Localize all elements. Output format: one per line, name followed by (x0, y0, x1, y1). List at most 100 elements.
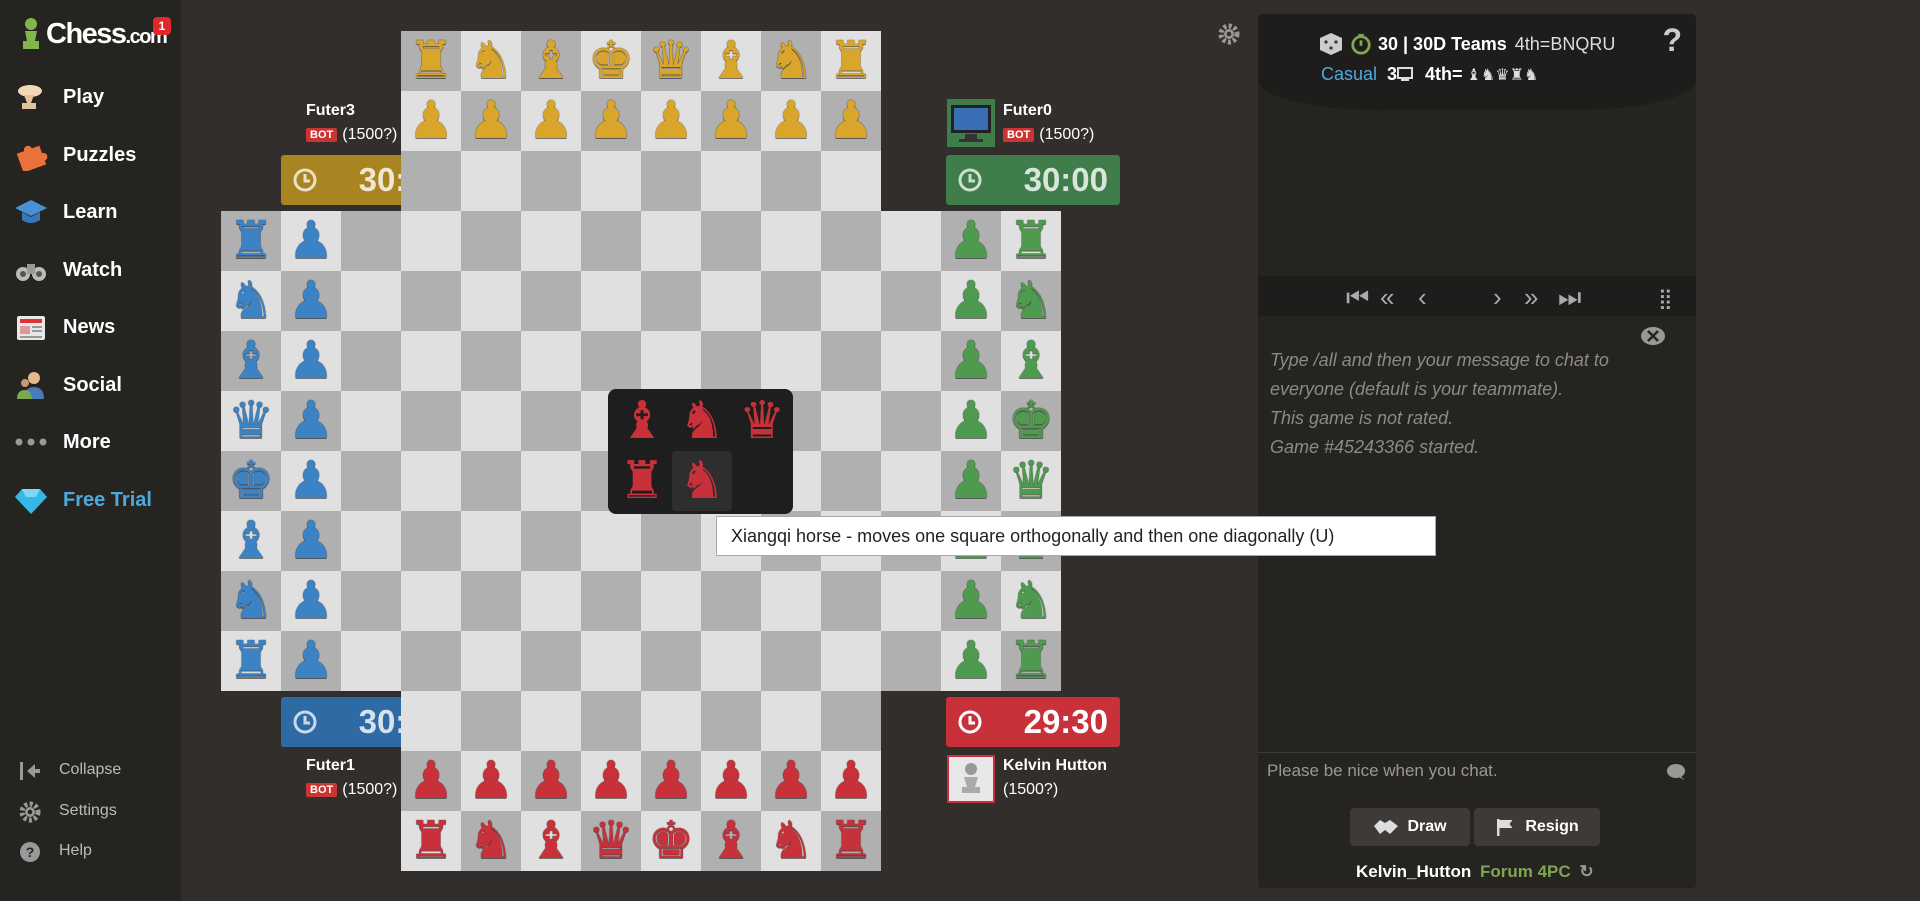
sidebar-item-news[interactable]: News (0, 301, 181, 353)
board-square[interactable] (461, 151, 521, 211)
chat-bubble-icon[interactable] (1666, 763, 1686, 781)
board-square[interactable] (461, 691, 521, 751)
board-square[interactable] (821, 451, 881, 511)
board-square[interactable] (821, 571, 881, 631)
green-pawn[interactable]: ♟ (941, 391, 1001, 451)
board-square[interactable] (461, 391, 521, 451)
blue-piece[interactable]: ♜ (221, 631, 281, 691)
previous-move-icon[interactable]: ‹ (1418, 282, 1427, 313)
blue-pawn[interactable]: ♟ (281, 211, 341, 271)
board-square[interactable] (521, 451, 581, 511)
board-square[interactable] (821, 691, 881, 751)
board-square[interactable] (701, 151, 761, 211)
blue-pawn[interactable]: ♟ (281, 331, 341, 391)
board-square[interactable] (521, 391, 581, 451)
player-name-green[interactable]: Futer0 (1003, 102, 1052, 120)
yellow-piece[interactable]: ♝ (701, 31, 761, 91)
board-square[interactable] (881, 211, 941, 271)
green-pawn[interactable]: ♟ (941, 271, 1001, 331)
close-chat-icon[interactable] (1640, 326, 1666, 348)
board-square[interactable] (401, 271, 461, 331)
board-square[interactable] (401, 631, 461, 691)
board-square[interactable] (401, 151, 461, 211)
board-square[interactable] (581, 631, 641, 691)
board-square[interactable] (761, 691, 821, 751)
username[interactable]: Kelvin_Hutton (1356, 862, 1471, 881)
board-square[interactable] (821, 391, 881, 451)
resize-icon[interactable]: ⣿ (1658, 286, 1673, 311)
green-piece[interactable]: ♜ (1001, 211, 1061, 271)
board-square[interactable] (761, 151, 821, 211)
red-pawn[interactable]: ♟ (641, 751, 701, 811)
sidebar-item-free-trial[interactable]: Free Trial (0, 474, 181, 526)
board-square[interactable] (581, 151, 641, 211)
board-square[interactable] (341, 391, 401, 451)
green-piece[interactable]: ♞ (1001, 271, 1061, 331)
blue-pawn[interactable]: ♟ (281, 271, 341, 331)
game-mode[interactable]: Casual (1321, 64, 1377, 85)
board-square[interactable] (701, 211, 761, 271)
board-square[interactable] (881, 271, 941, 331)
board-square[interactable] (461, 331, 521, 391)
green-piece[interactable]: ♞ (1001, 571, 1061, 631)
board-square[interactable] (341, 451, 401, 511)
board-square[interactable] (461, 631, 521, 691)
board-square[interactable] (821, 211, 881, 271)
red-piece[interactable]: ♝ (701, 811, 761, 871)
board-square[interactable] (401, 331, 461, 391)
yellow-piece[interactable]: ♜ (821, 31, 881, 91)
board-square[interactable] (641, 211, 701, 271)
board-square[interactable] (521, 151, 581, 211)
red-piece[interactable]: ♝ (521, 811, 581, 871)
board-square[interactable] (401, 391, 461, 451)
board-square[interactable] (881, 391, 941, 451)
sidebar-help-button[interactable]: ? Help (0, 833, 181, 869)
board-square[interactable] (581, 331, 641, 391)
promote-rook-option[interactable]: ♜ (612, 451, 672, 511)
help-question-button[interactable]: ? (1662, 22, 1682, 59)
board-square[interactable] (881, 571, 941, 631)
red-pawn[interactable]: ♟ (461, 751, 521, 811)
board-square[interactable] (461, 211, 521, 271)
yellow-pawn[interactable]: ♟ (821, 91, 881, 151)
board-settings-gear-icon[interactable] (1217, 22, 1241, 46)
green-piece[interactable]: ♚ (1001, 391, 1061, 451)
red-pawn[interactable]: ♟ (701, 751, 761, 811)
board-square[interactable] (401, 451, 461, 511)
board-square[interactable] (821, 631, 881, 691)
yellow-piece[interactable]: ♞ (761, 31, 821, 91)
forum-link[interactable]: Forum 4PC (1480, 862, 1571, 881)
red-piece[interactable]: ♞ (461, 811, 521, 871)
board-square[interactable] (881, 331, 941, 391)
board-square[interactable] (401, 511, 461, 571)
board-square[interactable] (521, 511, 581, 571)
board-square[interactable] (641, 631, 701, 691)
board-square[interactable] (821, 151, 881, 211)
yellow-pawn[interactable]: ♟ (521, 91, 581, 151)
board-square[interactable] (881, 451, 941, 511)
yellow-pawn[interactable]: ♟ (581, 91, 641, 151)
board-square[interactable] (581, 271, 641, 331)
blue-pawn[interactable]: ♟ (281, 571, 341, 631)
sidebar-item-learn[interactable]: Learn (0, 186, 181, 238)
yellow-pawn[interactable]: ♟ (701, 91, 761, 151)
sidebar-item-more[interactable]: More (0, 416, 181, 468)
board-square[interactable] (761, 211, 821, 271)
board-square[interactable] (521, 691, 581, 751)
board-square[interactable] (581, 691, 641, 751)
blue-piece[interactable]: ♝ (221, 511, 281, 571)
board-square[interactable] (761, 571, 821, 631)
board-square[interactable] (341, 331, 401, 391)
blue-piece[interactable]: ♚ (221, 451, 281, 511)
board-square[interactable] (401, 691, 461, 751)
board-square[interactable] (341, 271, 401, 331)
red-pawn[interactable]: ♟ (581, 751, 641, 811)
chess-com-logo[interactable]: Chess.com (18, 14, 168, 54)
board-square[interactable] (701, 331, 761, 391)
avatar-red[interactable] (947, 755, 995, 803)
board-square[interactable] (461, 451, 521, 511)
yellow-pawn[interactable]: ♟ (461, 91, 521, 151)
board-square[interactable] (401, 211, 461, 271)
red-pawn[interactable]: ♟ (521, 751, 581, 811)
player-name-yellow[interactable]: Futer3 (306, 102, 355, 120)
